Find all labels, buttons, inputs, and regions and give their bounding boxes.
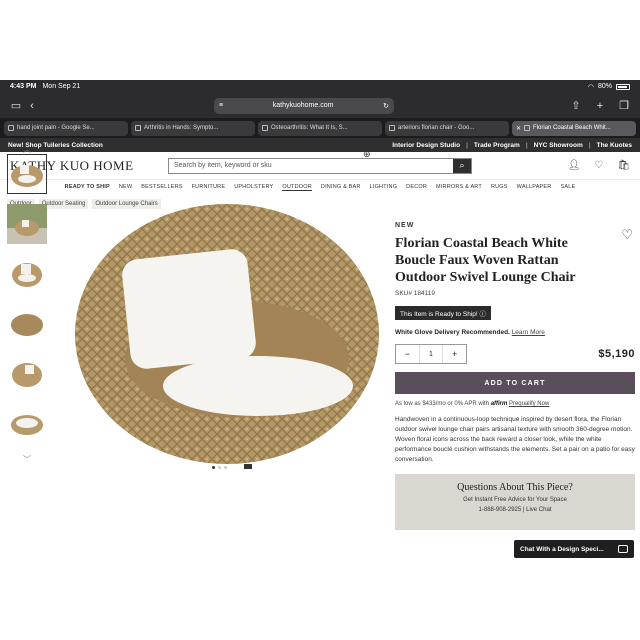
battery-percent: 80% [597,83,612,90]
pagination-dot[interactable] [212,466,215,469]
status-bar: 4:43 PM Mon Sep 21 ◠ 80% [0,80,640,93]
new-tab-icon[interactable]: + [592,98,608,114]
chevron-up-icon[interactable]: ︿ [7,144,47,154]
product-title: Florian Coastal Beach White Boucle Faux … [395,236,576,285]
nav-item-wallpaper[interactable]: WALLPAPER [517,184,552,190]
status-date: Mon Sep 21 [42,83,81,90]
add-to-cart-button[interactable]: ADD TO CART [395,372,635,394]
product-sku: SKU# 184119 [395,290,435,297]
ready-to-ship-badge[interactable]: This Item is Ready to Ship! ⓘ [395,306,491,320]
questions-title: Questions About This Piece? [457,482,573,493]
battery-icon [616,83,630,90]
thumbnail-image[interactable] [7,354,47,394]
live-chat-button[interactable]: Chat With a Design Speci... [514,540,634,558]
questions-contact[interactable]: 1-888-908-2925 | Live Chat [395,507,635,513]
nav-item-sale[interactable]: SALE [560,184,575,190]
browser-tab[interactable]: Arthritis in Hands: Sympto... [131,120,255,136]
tab-label: Arthritis in Hands: Sympto... [144,125,219,131]
tabs-overview-icon[interactable]: ❐ [616,98,632,114]
zoom-icon[interactable]: ⊕ [363,149,371,160]
thumbnail-image[interactable] [7,154,47,194]
share-icon[interactable]: ⇧ [568,98,584,114]
thumbnail-image[interactable] [7,204,47,244]
decrease-quantity-button[interactable]: − [396,345,419,363]
favorite-heart-icon[interactable]: ♡ [621,227,633,243]
financing-text: As low as $433/mo or 0% APR with [395,401,490,407]
prequalify-link[interactable]: Prequalify Now [509,401,549,407]
promo-nav-link[interactable]: Interior Design Studio [392,142,460,149]
close-tab-icon[interactable]: ✕ [516,125,521,132]
search-icon[interactable]: ⌕ [453,158,471,173]
chevron-down-icon[interactable]: ﹀ [7,454,47,464]
back-icon[interactable]: ‹ [24,98,40,114]
thumbnail-image[interactable] [7,254,47,294]
nav-item-mirrors-art[interactable]: MIRRORS & ART [436,184,482,190]
quantity-value[interactable]: 1 [418,345,444,363]
favicon-icon [389,125,395,131]
questions-subtitle: Get Instant Free Advice for Your Space [463,497,567,503]
questions-banner: Questions About This Piece? Get Instant … [395,474,635,530]
sidebar-icon[interactable]: ▭ [8,98,24,114]
promo-nav-link[interactable]: The Kuotes [597,142,632,149]
browser-tab-active[interactable]: ✕ Florian Coastal Beach Whit... [512,120,636,136]
chat-bubble-icon [618,545,628,553]
gallery-thumbnails: ︿ ﹀ [7,144,47,464]
increase-quantity-button[interactable]: + [443,345,466,363]
browser-toolbar: ▭ ‹ ≡ kathykuohome.com ↻ ⇧ + ❐ [0,93,640,118]
browser-tab[interactable]: arteriors florian chair - Goo... [385,120,509,136]
pagination-dot[interactable] [224,466,227,469]
cart-bag-icon[interactable]: 🛍︎ [617,160,630,171]
tab-strip: hand joint pain - Google Se... Arthritis… [0,118,640,138]
delivery-note: White Glove Delivery Recommended. Learn … [395,329,635,336]
pagination-dot[interactable] [218,466,221,469]
thumbnail-image[interactable] [7,404,47,444]
product-price: $5,190 [598,348,635,360]
reload-icon[interactable]: ↻ [383,102,389,110]
status-time: 4:43 PM [10,83,37,90]
browser-tab[interactable]: hand joint pain - Google Se... [4,120,128,136]
image-pagination [212,466,227,469]
wifi-icon: ◠ [587,83,594,91]
favicon-icon [524,125,531,131]
promo-nav-link[interactable]: NYC Showroom [534,142,583,149]
tab-label: arteriors florian chair - Goo... [398,125,475,131]
account-icon[interactable]: 👤︎ [568,160,581,171]
new-badge: NEW [395,222,415,229]
financing-note: As low as $433/mo or 0% APR with affirm … [395,401,635,407]
tab-label: hand joint pain - Google Se... [17,125,95,131]
favicon-icon [135,125,141,131]
promo-nav-link[interactable]: Trade Program [474,142,520,149]
favicon-icon [262,125,268,131]
thumbnail-image[interactable] [7,304,47,344]
promo-bar: New! Shop Tuileries Collection Interior … [0,138,640,152]
address-bar[interactable]: ≡ kathykuohome.com ↻ [214,97,394,114]
quantity-stepper: − 1 + [395,344,467,364]
product-main-image[interactable] [72,154,382,474]
url-text: kathykuohome.com [272,102,334,109]
nav-item-rugs[interactable]: RUGS [491,184,508,190]
wishlist-heart-icon[interactable]: ♡ [594,160,603,171]
affirm-logo: affirm [490,401,508,407]
product-info-panel: NEW ♡ Florian Coastal Beach White Boucle… [395,222,635,530]
favicon-icon [8,125,14,131]
white-glove-text: White Glove Delivery Recommended. [395,329,510,336]
tab-label: Florian Coastal Beach Whit... [533,125,611,131]
tab-label: Osteoarthritis: What It Is, S... [271,125,348,131]
learn-more-link[interactable]: Learn More [512,329,545,336]
product-description: Handwoven in a continuous-loop technique… [395,416,635,463]
chat-label: Chat With a Design Speci... [520,545,604,553]
browser-tab[interactable]: Osteoarthritis: What It Is, S... [258,120,382,136]
nav-item-decor[interactable]: DECOR [406,184,427,190]
